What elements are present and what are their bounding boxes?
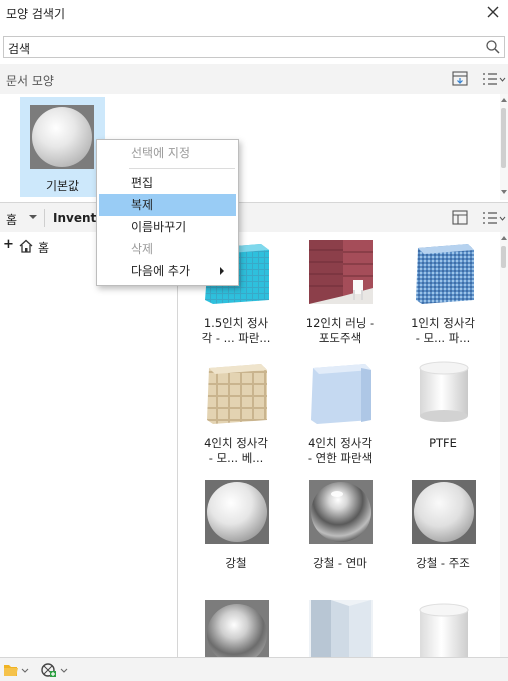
- add-to-document-icon[interactable]: [450, 70, 470, 88]
- material-label: 1.5인치 정사 각 - ... 파란...: [201, 316, 271, 345]
- close-icon[interactable]: [484, 3, 502, 21]
- window-title: 모양 검색기: [6, 7, 66, 21]
- appearance-tile-default[interactable]: 기본값: [20, 97, 105, 197]
- sphere-icon: [32, 107, 92, 167]
- blue-mosaic-swatch: [412, 240, 476, 304]
- library-view-options-icon[interactable]: [480, 209, 506, 227]
- document-appearances-header: 문서 모양: [0, 64, 508, 94]
- bottom-toolbar: [0, 657, 508, 681]
- material-item[interactable]: 12인치 러닝 - 포도주색: [291, 232, 389, 352]
- material-item[interactable]: 강철: [187, 472, 285, 592]
- scroll-thumb[interactable]: [501, 246, 506, 268]
- document-appearances-list: 기본값: [0, 94, 508, 200]
- menu-separator: [129, 168, 235, 169]
- menu-item-rename[interactable]: 이름바꾸기: [99, 216, 236, 238]
- search-text: 검색: [8, 42, 31, 56]
- create-material-icon[interactable]: [40, 662, 70, 678]
- material-label: 1인치 정사각 - 모... 파...: [411, 316, 475, 345]
- scroll-down-icon[interactable]: [500, 188, 508, 196]
- title-bar: 모양 검색기: [0, 0, 508, 28]
- material-item[interactable]: PTFE: [394, 352, 492, 472]
- material-item[interactable]: [187, 592, 285, 657]
- expand-toggle[interactable]: +: [3, 237, 14, 252]
- search-icon[interactable]: [485, 39, 501, 55]
- view-options-icon[interactable]: [480, 70, 506, 88]
- menu-item-edit[interactable]: 편집: [99, 172, 236, 194]
- search-input[interactable]: 검색: [3, 36, 505, 58]
- material-label: 12인치 러닝 - 포도주색: [305, 316, 375, 345]
- white-cylinder-swatch-2: [412, 600, 476, 657]
- chevron-down-icon[interactable]: [28, 213, 38, 221]
- material-label: 강철 - 주조: [416, 556, 470, 570]
- chrome-sphere-swatch-2: [205, 600, 269, 657]
- scroll-thumb[interactable]: [501, 108, 506, 168]
- material-grid: 1.5인치 정사 각 - ... 파란... 12인치 러닝 - 포도주색 1인…: [179, 232, 499, 657]
- material-item[interactable]: [291, 592, 389, 657]
- material-scrollbar[interactable]: [500, 232, 508, 657]
- menu-item-add-to-label: 다음에 추가: [131, 264, 191, 278]
- document-scrollbar[interactable]: [500, 94, 508, 200]
- material-label: 4인치 정사각 - 연한 파란색: [307, 436, 373, 465]
- context-menu: 선택에 지정 편집 복제 이름바꾸기 삭제 다음에 추가: [96, 139, 239, 286]
- home-icon: [19, 239, 33, 253]
- material-label: 4인치 정사각 - 모... 베...: [204, 436, 268, 465]
- home-dropdown-label[interactable]: 홈: [6, 211, 17, 228]
- material-item[interactable]: 4인치 정사각 - 모... 베...: [187, 352, 285, 472]
- light-blue-cube-swatch: [309, 360, 373, 424]
- library-bar: 홈 Inventor: [0, 202, 508, 232]
- menu-item-add-to[interactable]: 다음에 추가: [99, 260, 236, 282]
- material-label: PTFE: [429, 436, 457, 450]
- library-tree: + 홈: [0, 232, 178, 657]
- white-cylinder-swatch: [412, 360, 476, 424]
- menu-item-delete[interactable]: 삭제: [99, 238, 236, 260]
- material-item[interactable]: 강철 - 연마: [291, 472, 389, 592]
- open-library-folder-icon[interactable]: [3, 662, 33, 678]
- material-label: 강철 - 연마: [313, 556, 367, 570]
- material-item[interactable]: 강철 - 주조: [394, 472, 492, 592]
- cast-sphere-swatch: [412, 480, 476, 544]
- tree-item-home[interactable]: 홈: [38, 239, 49, 256]
- material-item[interactable]: [394, 592, 492, 657]
- menu-item-duplicate[interactable]: 복제: [99, 194, 236, 216]
- burgundy-brick-swatch: [309, 240, 373, 304]
- appearance-name: 기본값: [45, 179, 80, 193]
- library-panel-icon[interactable]: [450, 209, 470, 227]
- scroll-up-icon[interactable]: [500, 234, 508, 242]
- material-label: 강철: [225, 556, 247, 570]
- menu-item-assign-to-selection[interactable]: 선택에 지정: [99, 142, 236, 164]
- beige-tile-swatch: [205, 360, 269, 424]
- matte-sphere-swatch: [205, 480, 269, 544]
- submenu-arrow-icon: [220, 267, 224, 275]
- chrome-sphere-swatch: [309, 480, 373, 544]
- bent-sheet-swatch: [309, 600, 373, 657]
- default-sphere-swatch: [30, 105, 94, 169]
- scroll-up-icon[interactable]: [500, 96, 508, 104]
- divider: [44, 209, 45, 227]
- material-item[interactable]: 4인치 정사각 - 연한 파란색: [291, 352, 389, 472]
- document-appearances-label: 문서 모양: [6, 74, 54, 88]
- material-item[interactable]: 1인치 정사각 - 모... 파...: [394, 232, 492, 352]
